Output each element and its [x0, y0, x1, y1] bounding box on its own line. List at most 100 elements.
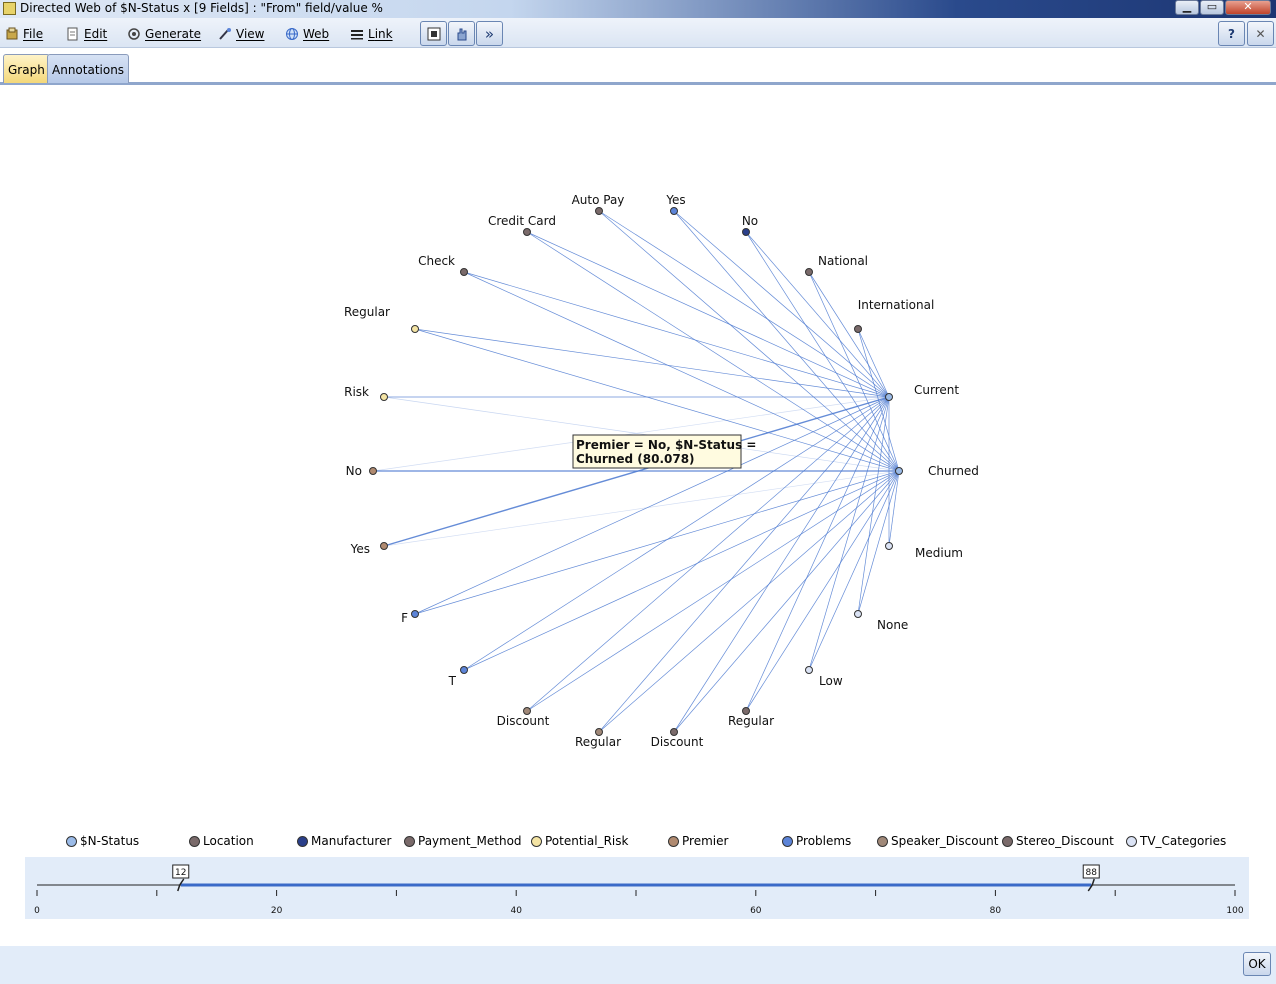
app-icon: [3, 2, 16, 15]
legend-item-stereo-discount: Stereo_Discount: [1002, 834, 1114, 848]
legend-swatch: [1002, 835, 1013, 847]
web-node-label-regular_b: Regular: [575, 735, 621, 749]
window-close-button[interactable]: ✕: [1225, 0, 1271, 15]
slider-min-handle[interactable]: 12: [172, 864, 190, 892]
link-icon: [351, 30, 363, 40]
web-node-yes_top[interactable]: [670, 207, 678, 215]
legend-label: Payment_Method: [418, 834, 522, 848]
close-panel-button[interactable]: ✕: [1247, 21, 1274, 46]
directed-web-graph: Auto Pay Yes No Credit Card National Check Int…: [344, 193, 979, 749]
more-tools-button[interactable]: »: [476, 21, 503, 46]
restore-button[interactable]: ▭: [1200, 0, 1224, 15]
legend-label: Manufacturer: [311, 834, 392, 848]
generate-icon: [128, 28, 140, 40]
web-link-yes_left-churned[interactable]: [383, 470, 900, 547]
web-node-label-creditcard: Credit Card: [488, 214, 556, 228]
hand-tool-button[interactable]: [448, 21, 475, 46]
link-tooltip: Premier = No, $N-Status = Churned (80.07…: [572, 434, 756, 469]
web-node-none[interactable]: [854, 610, 862, 618]
link-threshold-slider[interactable]: 0 20 40 60 80 100 12 88: [25, 857, 1249, 919]
slider-tick-label: 20: [271, 906, 283, 916]
legend-label: Premier: [682, 834, 729, 848]
web-node-international[interactable]: [854, 325, 862, 333]
web-node-no_left[interactable]: [369, 467, 377, 475]
web-link-none-churned[interactable]: [857, 470, 900, 615]
help-icon: ?: [1228, 26, 1235, 41]
web-node-label-yes_top: Yes: [665, 193, 685, 207]
dialog-footer: OK: [0, 946, 1276, 984]
web-icon: [286, 28, 298, 40]
field-legend: $N-Status Location Manufacturer Payment_Met…: [0, 832, 1276, 854]
web-node-national[interactable]: [805, 268, 813, 276]
edit-icon: [67, 27, 78, 41]
web-node-label-current: Current: [914, 383, 959, 397]
web-node-label-regular_c: Regular: [728, 714, 774, 728]
view-icon: [219, 28, 231, 40]
web-node-label-international: International: [858, 298, 935, 312]
minimize-button[interactable]: ▁: [1175, 0, 1199, 15]
web-node-label-yes_left: Yes: [350, 542, 370, 556]
select-tool-button[interactable]: [420, 21, 447, 46]
web-link-regular_c-current[interactable]: [745, 396, 890, 712]
tab-graph[interactable]: Graph: [3, 54, 50, 83]
legend-swatch: [66, 835, 77, 847]
web-node-label-f: F: [401, 611, 408, 625]
menu-generate[interactable]: Generate: [127, 25, 201, 43]
tab-annotations[interactable]: Annotations: [47, 54, 130, 83]
web-node-low[interactable]: [805, 666, 813, 674]
slider-tick-label: 100: [1226, 906, 1243, 916]
legend-item-speaker-discount: Speaker_Discount: [877, 834, 999, 848]
legend-item-potential-risk: Potential_Risk: [531, 834, 628, 848]
web-node-yes_left[interactable]: [380, 542, 388, 550]
web-link-regular_b-churned[interactable]: [598, 470, 900, 733]
web-node-risk[interactable]: [380, 393, 388, 401]
web-node-churned[interactable]: [895, 467, 903, 475]
web-node-f[interactable]: [411, 610, 419, 618]
slider-tick-label: 80: [990, 906, 1002, 916]
menu-link[interactable]: Link: [350, 25, 393, 43]
web-node-autopay[interactable]: [595, 207, 603, 215]
legend-swatch: [297, 835, 308, 847]
web-link-t-churned[interactable]: [463, 470, 900, 671]
web-link-autopay-current[interactable]: [598, 210, 890, 398]
help-button[interactable]: ?: [1218, 21, 1245, 46]
web-link-discount_b-churned[interactable]: [673, 470, 900, 733]
web-link-national-current[interactable]: [808, 271, 890, 398]
web-link-regular_risk-current[interactable]: [414, 328, 890, 398]
legend-label: Stereo_Discount: [1016, 834, 1114, 848]
web-node-label-no_left: No: [346, 464, 362, 478]
web-link-f-churned[interactable]: [414, 470, 900, 615]
web-node-label-discount_b: Discount: [651, 735, 704, 749]
web-node-current[interactable]: [885, 393, 893, 401]
web-link-f-current[interactable]: [414, 396, 890, 615]
legend-label: TV_Categories: [1140, 834, 1227, 848]
slider-max-value: 88: [1086, 868, 1098, 878]
legend-swatch: [404, 835, 415, 847]
legend-label: Speaker_Discount: [891, 834, 999, 848]
web-link-none-current[interactable]: [857, 396, 890, 615]
web-node-t[interactable]: [460, 666, 468, 674]
menu-view[interactable]: View: [218, 25, 264, 43]
select-icon: [427, 27, 440, 40]
menu-web[interactable]: Web: [285, 25, 329, 43]
web-node-regular_risk[interactable]: [411, 325, 419, 333]
web-node-label-national: National: [818, 254, 868, 268]
slider-max-handle[interactable]: 88: [1082, 864, 1100, 892]
web-node-creditcard[interactable]: [523, 228, 531, 236]
legend-item-manufacturer: Manufacturer: [297, 834, 391, 848]
web-node-no_top[interactable]: [742, 228, 750, 236]
web-link-yes_top-churned[interactable]: [673, 210, 900, 472]
web-node-check[interactable]: [460, 268, 468, 276]
web-node-medium[interactable]: [885, 542, 893, 550]
web-node-label-low: Low: [819, 674, 843, 688]
web-link-discount_a-churned[interactable]: [526, 470, 900, 712]
menu-edit[interactable]: Edit: [66, 25, 107, 43]
menu-file[interactable]: File: [5, 25, 43, 43]
hand-icon: [457, 28, 466, 40]
web-link-check-current[interactable]: [463, 271, 890, 398]
slider-tick-label: 60: [750, 906, 762, 916]
ok-button[interactable]: OK: [1243, 952, 1271, 976]
window-titlebar: Directed Web of $N-Status x [9 Fields] :…: [0, 0, 1276, 18]
web-node-label-t: T: [448, 674, 457, 688]
legend-swatch: [877, 835, 888, 847]
